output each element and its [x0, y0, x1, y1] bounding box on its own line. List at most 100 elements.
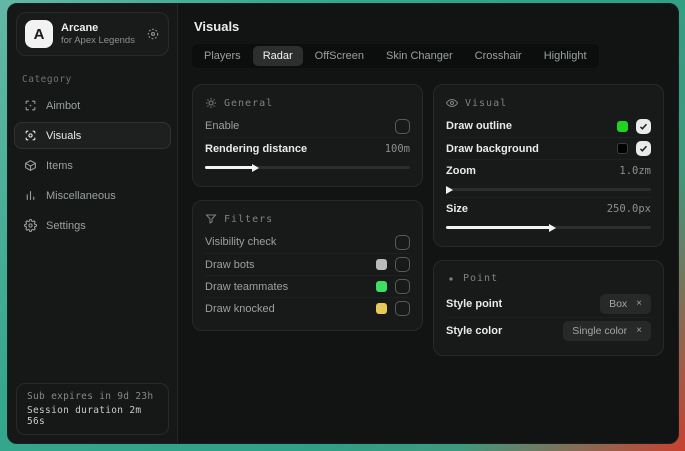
- size-row: Size 250.0px: [446, 197, 651, 219]
- filters-card-header: Filters: [205, 210, 410, 231]
- slider-thumb[interactable]: [252, 164, 259, 172]
- sidebar-item-visuals[interactable]: Visuals: [14, 122, 171, 149]
- sidebar-item-label: Aimbot: [46, 100, 80, 112]
- filters-header-label: Filters: [224, 214, 273, 225]
- style-color-label: Style color: [446, 325, 555, 337]
- point-card-header: Point: [446, 270, 651, 290]
- zoom-slider[interactable]: [446, 188, 651, 191]
- clear-icon[interactable]: ×: [636, 326, 642, 336]
- sidebar-item-items[interactable]: Items: [14, 152, 171, 179]
- point-icon: [446, 274, 456, 284]
- draw-bots-label: Draw bots: [205, 259, 368, 271]
- draw-teammates-checkbox[interactable]: [395, 279, 410, 294]
- left-column: General Enable Rendering distance 100m: [192, 84, 423, 331]
- style-point-select[interactable]: Box ×: [600, 294, 651, 314]
- crosshair-icon: [23, 99, 37, 112]
- draw-background-checkbox[interactable]: [636, 141, 651, 156]
- right-column: Visual Draw outline Draw background: [433, 84, 664, 356]
- clear-icon[interactable]: ×: [636, 299, 642, 309]
- session-duration-text: Session duration 2m 56s: [27, 405, 158, 427]
- sidebar-item-miscellaneous[interactable]: Miscellaneous: [14, 182, 171, 209]
- slider-thumb[interactable]: [446, 186, 453, 194]
- tab-skin-changer[interactable]: Skin Changer: [376, 46, 463, 66]
- enable-checkbox[interactable]: [395, 119, 410, 134]
- draw-teammates-label: Draw teammates: [205, 281, 368, 293]
- size-slider[interactable]: [446, 226, 651, 229]
- general-card: General Enable Rendering distance 100m: [192, 84, 423, 187]
- app-header-card: A Arcane for Apex Legends: [16, 12, 169, 56]
- sidebar-item-label: Settings: [46, 220, 86, 232]
- draw-bots-color-swatch[interactable]: [376, 259, 387, 270]
- style-color-row: Style color Single color ×: [446, 317, 651, 344]
- gear-icon: [23, 219, 37, 232]
- app-titles: Arcane for Apex Legends: [61, 22, 138, 46]
- visibility-check-label: Visibility check: [205, 236, 387, 248]
- draw-knocked-label: Draw knocked: [205, 303, 368, 315]
- draw-knocked-checkbox[interactable]: [395, 301, 410, 316]
- draw-outline-checkbox[interactable]: [636, 119, 651, 134]
- style-point-row: Style point Box ×: [446, 290, 651, 317]
- style-point-label: Style point: [446, 298, 592, 310]
- stream-proof-icon[interactable]: [146, 27, 160, 41]
- tab-crosshair[interactable]: Crosshair: [465, 46, 532, 66]
- box-icon: [23, 159, 37, 172]
- slider-thumb[interactable]: [549, 224, 556, 232]
- size-label: Size: [446, 203, 599, 215]
- draw-outline-label: Draw outline: [446, 120, 609, 132]
- sidebar: A Arcane for Apex Legends Category: [8, 4, 178, 443]
- draw-teammates-color-swatch[interactable]: [376, 281, 387, 292]
- general-card-header: General: [205, 94, 410, 115]
- filters-card: Filters Visibility check Draw bots Draw …: [192, 200, 423, 331]
- app-logo: A: [25, 20, 53, 48]
- app-title: Arcane: [61, 22, 138, 34]
- draw-bots-checkbox[interactable]: [395, 257, 410, 272]
- sidebar-item-settings[interactable]: Settings: [14, 212, 171, 239]
- style-point-selected-value: Box: [609, 298, 627, 310]
- zoom-row: Zoom 1.0zm: [446, 159, 651, 181]
- app-subtitle: for Apex Legends: [61, 35, 138, 46]
- draw-outline-color-swatch[interactable]: [617, 121, 628, 132]
- visibility-check-row: Visibility check: [205, 231, 410, 253]
- draw-knocked-color-swatch[interactable]: [376, 303, 387, 314]
- draw-outline-row: Draw outline: [446, 115, 651, 137]
- sidebar-item-aimbot[interactable]: Aimbot: [14, 92, 171, 119]
- tab-offscreen[interactable]: OffScreen: [305, 46, 374, 66]
- point-header-label: Point: [463, 273, 498, 284]
- visuals-tabbar: Players Radar OffScreen Skin Changer Cro…: [192, 44, 599, 68]
- rendering-distance-slider[interactable]: [205, 166, 410, 169]
- zoom-value: 1.0zm: [619, 165, 651, 177]
- visual-card: Visual Draw outline Draw background: [433, 84, 664, 247]
- draw-background-row: Draw background: [446, 137, 651, 159]
- zoom-label: Zoom: [446, 165, 611, 177]
- main-panel: Visuals Players Radar OffScreen Skin Cha…: [178, 4, 678, 443]
- tab-content: General Enable Rendering distance 100m: [178, 68, 678, 372]
- tab-highlight[interactable]: Highlight: [534, 46, 597, 66]
- app-window: A Arcane for Apex Legends Category: [7, 3, 679, 444]
- slider-fill: [205, 166, 252, 169]
- rendering-distance-value: 100m: [385, 143, 410, 155]
- filter-icon: [205, 213, 217, 225]
- tab-players[interactable]: Players: [194, 46, 251, 66]
- visibility-check-checkbox[interactable]: [395, 235, 410, 250]
- draw-background-label: Draw background: [446, 143, 609, 155]
- point-card: Point Style point Box × Style color Sing…: [433, 260, 664, 356]
- bars-icon: [23, 189, 37, 202]
- style-color-select[interactable]: Single color ×: [563, 321, 651, 341]
- sidebar-item-label: Visuals: [46, 130, 81, 142]
- session-info-card: Sub expires in 9d 23h Session duration 2…: [16, 383, 169, 435]
- enable-row: Enable: [205, 115, 410, 137]
- general-header-label: General: [224, 98, 273, 109]
- general-icon: [205, 97, 217, 109]
- draw-background-color-swatch[interactable]: [617, 143, 628, 154]
- tab-radar[interactable]: Radar: [253, 46, 303, 66]
- style-color-selected-value: Single color: [572, 325, 627, 337]
- draw-knocked-row: Draw knocked: [205, 297, 410, 319]
- rendering-distance-row: Rendering distance 100m: [205, 137, 410, 159]
- visual-header-label: Visual: [465, 98, 507, 109]
- eye-scan-icon: [23, 129, 37, 142]
- eye-icon: [446, 97, 458, 109]
- size-value: 250.0px: [607, 203, 651, 215]
- sub-expires-text: Sub expires in 9d 23h: [27, 391, 158, 402]
- sidebar-item-label: Miscellaneous: [46, 190, 116, 202]
- category-label: Category: [22, 74, 163, 85]
